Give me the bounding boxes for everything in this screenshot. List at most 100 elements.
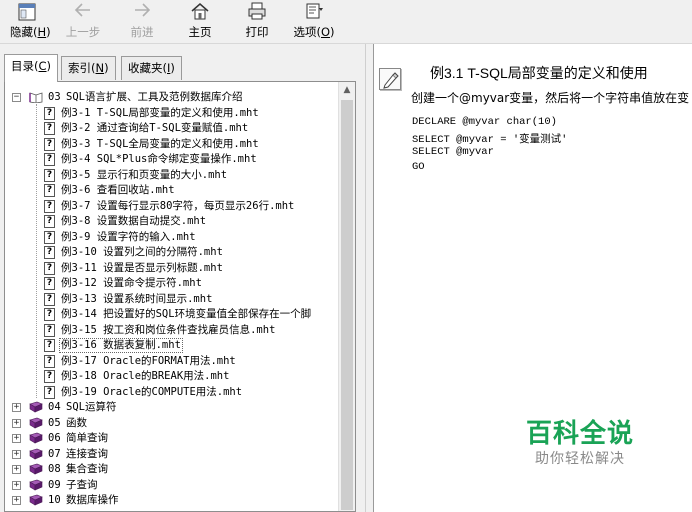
chapter-title: SQL运算符: [66, 401, 117, 413]
note-icon: [379, 68, 401, 90]
help-topic-icon: ?: [44, 153, 55, 166]
topic-label: 例3-6 查看回收站.mht: [61, 184, 175, 196]
help-topic-icon: ?: [44, 106, 55, 120]
back-label: 上一步: [65, 25, 101, 39]
expand-icon[interactable]: +: [12, 434, 21, 443]
hide-label: 隐藏: [10, 25, 33, 39]
help-topic-icon: ?: [44, 168, 55, 182]
tree-topic-item[interactable]: ? 例3-12 设置命令提示符.mht: [5, 276, 339, 291]
help-topic-icon: ?: [44, 277, 55, 290]
open-book-icon: [29, 91, 43, 104]
forward-button[interactable]: 前进: [122, 2, 162, 42]
navigation-pane: 目录(C) 索引(N) 收藏夹(I) − 03 SQL语言扩展、工具及范例数据库介绍…: [0, 44, 366, 512]
collapse-icon[interactable]: −: [12, 93, 21, 102]
home-icon: [180, 2, 220, 24]
tree-chapter-closed[interactable]: +05 函数: [5, 416, 339, 431]
tree-chapter-open[interactable]: − 03 SQL语言扩展、工具及范例数据库介绍: [5, 90, 339, 105]
tree-topic-item[interactable]: ? 例3-10 设置列之间的分隔符.mht: [5, 245, 339, 260]
hide-pane-icon: [10, 2, 44, 24]
tree-topic-item[interactable]: ? 例3-9 设置字符的输入.mht: [5, 230, 339, 245]
hide-button[interactable]: 隐藏(H): [10, 2, 51, 42]
topic-label: 例3-15 按工资和岗位条件查找雇员信息.mht: [61, 323, 276, 336]
tab-index[interactable]: 索引(N): [61, 56, 116, 80]
chapter-title: 连接查询: [66, 447, 108, 460]
help-topic-icon: ?: [44, 354, 55, 368]
hide-key: H: [37, 25, 47, 39]
topic-label: 例3-16 数据表复制.mht: [59, 338, 183, 353]
home-button[interactable]: 主页: [180, 2, 220, 42]
tree-topic-item[interactable]: ? 例3-19 Oracle的COMPUTE用法.mht: [5, 385, 339, 400]
print-label: 打印: [245, 25, 269, 39]
expand-icon[interactable]: +: [12, 496, 21, 505]
tree-topic-item[interactable]: ? 例3-15 按工资和岗位条件查找雇员信息.mht: [5, 323, 339, 338]
scroll-thumb[interactable]: [341, 100, 353, 510]
forward-label: 前进: [130, 25, 154, 39]
tree-topic-item[interactable]: ? 例3-1 T-SQL局部变量的定义和使用.mht: [5, 106, 339, 121]
topic-label: 例3-9 设置字符的输入.mht: [61, 230, 196, 243]
tree-topic-item[interactable]: ? 例3-17 Oracle的FORMAT用法.mht: [5, 354, 339, 369]
topic-label: 例3-8 设置数据自动提交.mht: [61, 215, 207, 227]
topic-label: 例3-19 Oracle的COMPUTE用法.mht: [61, 385, 243, 398]
book-icon: [29, 417, 43, 429]
chapter-number: 08: [48, 463, 61, 475]
tree-topic-item[interactable]: ? 例3-7 设置每行显示80字符，每页显示26行.mht: [5, 199, 339, 214]
code-line: DECLARE @myvar char(10): [412, 116, 557, 128]
tree-topic-item[interactable]: ? 例3-13 设置系统时间显示.mht: [5, 292, 339, 307]
options-button[interactable]: 选项(O): [290, 2, 338, 42]
topic-label: 例3-3 T-SQL全局变量的定义和使用.mht: [61, 137, 259, 150]
tree-topic-item[interactable]: ? 例3-11 设置是否显示列标题.mht: [5, 261, 339, 276]
tree-chapter-closed[interactable]: +10 数据库操作: [5, 493, 339, 508]
watermark-main-text: 百科全说: [525, 419, 634, 449]
options-label: 选项: [293, 25, 317, 39]
code-line: SELECT @myvar = '变量测试': [412, 134, 568, 146]
chapter-number: 10: [48, 494, 61, 506]
chapter-title: 简单查询: [66, 432, 108, 444]
help-topic-icon: ?: [44, 184, 55, 197]
tab-contents[interactable]: 目录(C): [4, 54, 59, 82]
help-topic-icon: ?: [44, 246, 55, 259]
expand-icon[interactable]: +: [12, 449, 21, 459]
tree-topic-item[interactable]: ? 例3-8 设置数据自动提交.mht: [5, 214, 339, 229]
tree-topic-item[interactable]: ? 例3-4 SQL*Plus命令绑定变量操作.mht: [5, 152, 339, 167]
chapter-number: 07: [48, 447, 61, 460]
vertical-scrollbar[interactable]: ▲: [338, 82, 355, 511]
topic-label: 例3-7 设置每行显示80字符，每页显示26行.mht: [61, 199, 295, 212]
page-title: 例3.1 T-SQL局部变量的定义和使用: [430, 65, 648, 81]
expand-icon[interactable]: +: [12, 480, 21, 490]
book-icon: [29, 432, 43, 444]
expand-icon[interactable]: +: [12, 465, 21, 474]
topic-label: 例3-14 把设置好的SQL环境变量值全部保存在一个脚: [61, 308, 312, 320]
tree-topic-item[interactable]: ? 例3-6 查看回收站.mht: [5, 183, 339, 198]
scroll-up-icon[interactable]: ▲: [339, 82, 355, 99]
tab-favorites[interactable]: 收藏夹(I): [121, 56, 182, 80]
help-topic-icon: ?: [44, 308, 55, 321]
back-button[interactable]: 上一步: [62, 2, 104, 42]
topic-label: 例3-18 Oracle的BREAK用法.mht: [61, 370, 230, 382]
options-key: O: [320, 25, 331, 39]
toolbar: 隐藏(H) 上一步 前进 主页 打印 选项(O): [0, 0, 692, 44]
contents-tree: − 03 SQL语言扩展、工具及范例数据库介绍? 例3-1 T-SQL局部变量的定义和…: [4, 81, 356, 512]
tree-chapter-closed[interactable]: +08 集合查询: [5, 462, 339, 477]
tree-topic-item[interactable]: ? 例3-2 通过查询给T-SQL变量赋值.mht: [5, 121, 339, 136]
topic-label: 例3-17 Oracle的FORMAT用法.mht: [61, 354, 236, 367]
tree-topic-item[interactable]: ? 例3-16 数据表复制.mht: [5, 338, 339, 353]
help-topic-icon: ?: [44, 122, 55, 135]
tree-topic-item[interactable]: ? 例3-14 把设置好的SQL环境变量值全部保存在一个脚: [5, 307, 339, 322]
expand-icon[interactable]: +: [12, 403, 21, 412]
tree-chapter-closed[interactable]: +04 SQL运算符: [5, 400, 339, 415]
help-topic-icon: ?: [44, 292, 55, 306]
tree-chapter-closed[interactable]: +06 简单查询: [5, 431, 339, 446]
watermark-sub-text: 助你轻松解决: [535, 451, 625, 467]
help-topic-icon: ?: [44, 137, 55, 151]
help-topic-icon: ?: [44, 199, 55, 213]
tree-chapter-closed[interactable]: +07 连接查询: [5, 447, 339, 462]
tree-chapter-closed[interactable]: +09 子查询: [5, 478, 339, 493]
intro-text: 创建一个@myvar变量，然后将一个字符串值放在变: [411, 91, 690, 105]
help-topic-icon: ?: [44, 323, 55, 337]
tree-topic-item[interactable]: ? 例3-18 Oracle的BREAK用法.mht: [5, 369, 339, 384]
tree-topic-item[interactable]: ? 例3-5 显示行和页变量的大小.mht: [5, 168, 339, 183]
topic-label: 例3-5 显示行和页变量的大小.mht: [61, 168, 228, 181]
expand-icon[interactable]: +: [12, 418, 21, 428]
print-button[interactable]: 打印: [238, 2, 276, 42]
tree-topic-item[interactable]: ? 例3-3 T-SQL全局变量的定义和使用.mht: [5, 137, 339, 152]
